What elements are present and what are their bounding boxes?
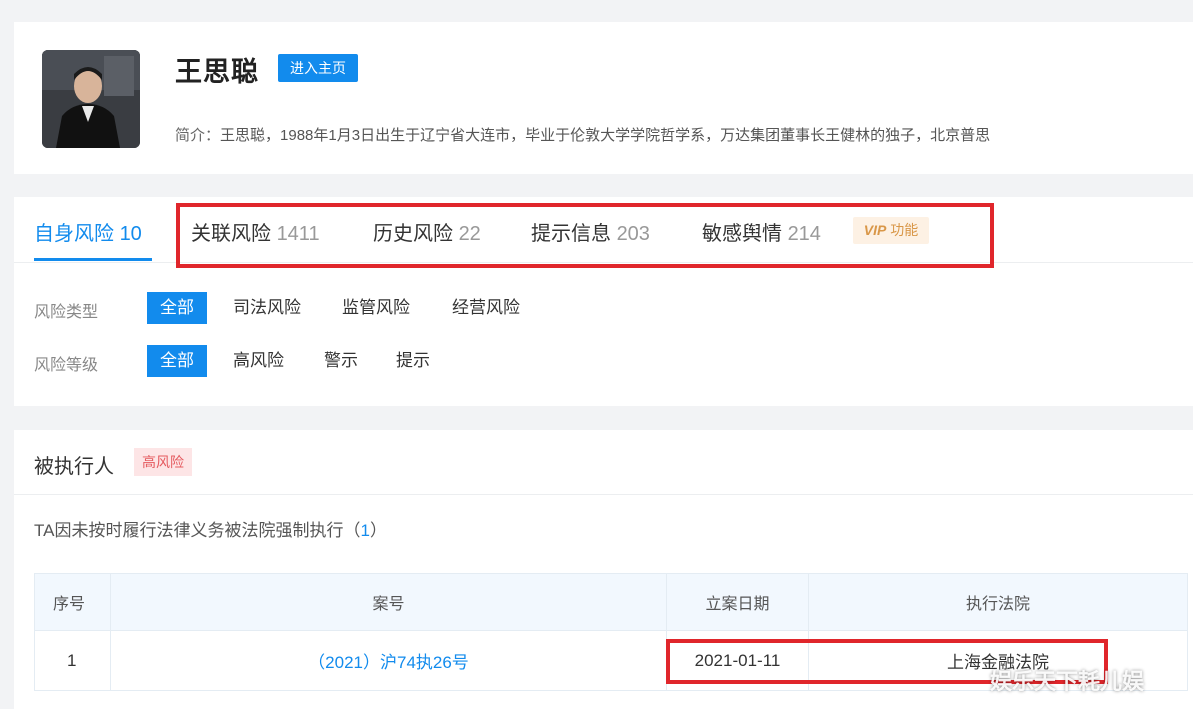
enter-homepage-button[interactable]: 进入主页	[278, 54, 358, 82]
tab-sensitive-opinion[interactable]: 敏感舆情 214	[702, 217, 821, 246]
bio-text: 王思聪，1988年1月3日出生于辽宁省大连市，毕业于伦敦大学学院哲学系，万达集团…	[220, 127, 991, 144]
risk-level-filter: 风险等级 全部 高风险 警示 提示	[34, 345, 1174, 377]
column-header-case-no: 案号	[110, 573, 667, 631]
filter-label: 风险类型	[34, 304, 99, 321]
tab-notice-info[interactable]: 提示信息 203	[531, 217, 650, 246]
filter-label: 风险等级	[34, 357, 99, 374]
vip-icon: VIP	[863, 222, 887, 238]
filter-chip-all[interactable]: 全部	[147, 345, 207, 377]
bio: 简介：王思聪，1988年1月3日出生于辽宁省大连市，毕业于伦敦大学学院哲学系，万…	[175, 124, 1185, 145]
case-number-link[interactable]: （2021）沪74执26号	[308, 653, 469, 672]
filter-chip-regulatory[interactable]: 监管风险	[342, 292, 410, 324]
cell-date: 2021-01-11	[666, 630, 809, 691]
person-name: 王思聪	[175, 57, 259, 87]
execution-description: TA因未按时履行法律义务被法院强制执行（1）	[34, 516, 387, 541]
risk-card: 自身风险 10 关联风险 1411 历史风险 22 提示信息 203 敏感舆情 …	[14, 197, 1193, 406]
watermark: 娱乐天下耗儿娱	[990, 669, 1145, 694]
desc-count[interactable]: 1	[360, 521, 369, 540]
tab-label: 关联风险	[191, 223, 271, 245]
desc-prefix: TA因未按时履行法律义务被法院强制执行（	[34, 521, 361, 540]
tab-related-risk[interactable]: 关联风险 1411	[191, 217, 320, 246]
filter-chip-judicial[interactable]: 司法风险	[233, 292, 301, 324]
divider	[14, 494, 1193, 495]
tab-history-risk[interactable]: 历史风险 22	[373, 217, 481, 246]
tab-count: 203	[616, 223, 650, 245]
vip-feature-badge[interactable]: VIP 功能	[853, 217, 929, 244]
column-header-court: 执行法院	[808, 573, 1188, 631]
high-risk-badge: 高风险	[134, 448, 192, 476]
avatar[interactable]	[42, 50, 140, 148]
filter-chip-warning[interactable]: 警示	[324, 345, 358, 377]
risk-tabs: 自身风险 10 关联风险 1411 历史风险 22 提示信息 203 敏感舆情 …	[14, 197, 1193, 263]
column-header-date: 立案日期	[666, 573, 809, 631]
tab-label: 自身风险	[34, 223, 114, 245]
tab-count: 22	[458, 223, 481, 245]
table-header-row: 序号 案号 立案日期 执行法院	[34, 573, 1188, 631]
active-tab-indicator	[34, 258, 152, 261]
person-photo-icon	[42, 50, 140, 148]
cell-case-no: （2021）沪74执26号	[110, 630, 667, 691]
tab-self-risk[interactable]: 自身风险 10	[34, 217, 142, 246]
filter-chip-high-risk[interactable]: 高风险	[233, 345, 284, 377]
section-title: 被执行人	[34, 456, 114, 478]
risk-type-filter: 风险类型 全部 司法风险 监管风险 经营风险	[34, 292, 1174, 324]
bio-label: 简介：	[175, 127, 221, 144]
cell-no: 1	[34, 630, 111, 691]
tab-count: 214	[787, 223, 821, 245]
column-header-no: 序号	[34, 573, 111, 631]
tab-label: 敏感舆情	[702, 223, 782, 245]
vip-badge-text: 功能	[890, 222, 919, 238]
tab-count: 10	[119, 223, 142, 245]
filter-chip-all[interactable]: 全部	[147, 292, 207, 324]
tab-count: 1411	[276, 223, 320, 245]
filter-chip-notice[interactable]: 提示	[396, 345, 430, 377]
desc-suffix: ）	[369, 521, 387, 540]
filter-chip-operational[interactable]: 经营风险	[452, 292, 520, 324]
profile-card: 王思聪 进入主页 简介：王思聪，1988年1月3日出生于辽宁省大连市，毕业于伦敦…	[14, 22, 1193, 174]
tab-label: 提示信息	[531, 223, 611, 245]
tab-label: 历史风险	[373, 223, 453, 245]
